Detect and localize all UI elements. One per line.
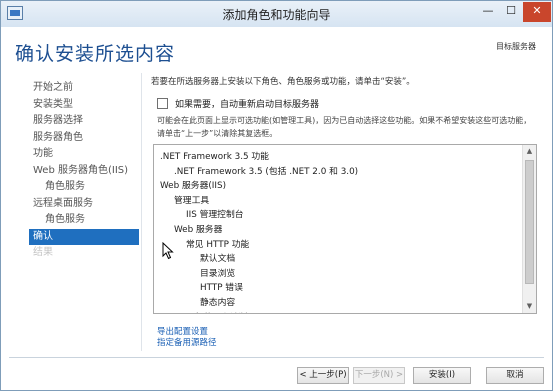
selection-tree: .NET Framework 3.5 功能 .NET Framework 3.5 … <box>160 150 520 314</box>
vertical-scrollbar[interactable]: ▲ ▼ <box>522 145 536 313</box>
cancel-button[interactable]: 取消 <box>486 367 544 384</box>
nav-item[interactable]: 角色服务 <box>29 212 139 229</box>
scroll-down-arrow-icon[interactable]: ▼ <box>523 300 536 313</box>
nav-item[interactable]: 服务器角色 <box>29 130 139 147</box>
tree-item: 目录浏览 <box>200 268 236 279</box>
tree-item: 静态内容 <box>200 297 236 308</box>
footer-divider <box>9 357 544 358</box>
wizard-nav: 开始之前 安装类型 服务器选择 服务器角色 功能 Web 服务器角色(IIS) 角色服务 远程… <box>29 80 139 262</box>
close-button[interactable]: ✕ <box>523 2 551 22</box>
nav-item[interactable]: 功能 <box>29 146 139 163</box>
nav-item[interactable]: 开始之前 <box>29 80 139 97</box>
mouse-pointer-icon <box>162 242 174 260</box>
scroll-up-arrow-icon[interactable]: ▲ <box>523 145 536 158</box>
optional-features-note: 可能会在此页面上显示可选功能(如管理工具)，因为已自动选择这些功能。如果不希望安… <box>157 116 532 138</box>
tree-item: HTTP 错误 <box>200 283 243 294</box>
nav-item: 结果 <box>33 247 53 258</box>
target-server-label: 目标服务器 <box>496 42 536 51</box>
alternate-source-link[interactable]: 指定备用源路径 <box>157 336 217 348</box>
nav-item[interactable]: 远程桌面服务 <box>29 196 139 213</box>
nav-divider <box>141 73 142 351</box>
tree-item: .NET Framework 3.5 功能 <box>160 152 269 162</box>
tree-item: 运行状况和诊断 <box>160 311 520 314</box>
nav-item[interactable]: 角色服务 <box>29 179 139 196</box>
tree-item: .NET Framework 3.5 (包括 .NET 2.0 和 3.0) <box>174 166 359 177</box>
scroll-thumb[interactable] <box>525 160 534 284</box>
selection-list[interactable]: .NET Framework 3.5 功能 .NET Framework 3.5 … <box>153 144 537 314</box>
title-bar[interactable]: 添加角色和功能向导 — ☐ ✕ <box>1 1 552 27</box>
nav-item[interactable]: 确认 <box>29 228 139 245</box>
wizard-window: 添加角色和功能向导 — ☐ ✕ 确认安装所选内容 目标服务器 开始之前 安装类型服… <box>0 0 553 391</box>
intro-text: 若要在所选服务器上安装以下角色、角色服务或功能，请单击“安装”。 <box>151 77 415 87</box>
tree-item: Web 服务器(IIS) <box>160 181 227 192</box>
install-button[interactable]: 安装(I) <box>413 367 471 384</box>
next-button[interactable]: 下一步(N) > <box>353 367 405 384</box>
nav-item[interactable]: 安装类型 <box>29 97 139 114</box>
tree-item: 默认文档 <box>200 254 236 265</box>
nav-item[interactable]: 服务器选择 <box>29 113 139 130</box>
tree-item: 常见 HTTP 功能 <box>186 239 250 250</box>
restart-checkbox-label[interactable]: 如果需要，自动重新启动目标服务器 <box>175 97 319 110</box>
tree-item: IIS 管理控制台 <box>186 210 244 221</box>
window-title: 添加角色和功能向导 <box>222 8 331 22</box>
restart-checkbox[interactable] <box>157 98 168 109</box>
minimize-button[interactable]: — <box>477 2 499 22</box>
previous-button[interactable]: < 上一步(P) <box>297 367 349 384</box>
nav-item[interactable]: Web 服务器角色(IIS) <box>29 163 139 180</box>
tree-item: Web 服务器 <box>174 224 223 235</box>
page-title: 确认安装所选内容 <box>15 43 176 65</box>
tree-item: 管理工具 <box>174 195 210 206</box>
maximize-button[interactable]: ☐ <box>500 2 522 22</box>
restart-option[interactable]: 如果需要，自动重新启动目标服务器 <box>157 97 319 110</box>
